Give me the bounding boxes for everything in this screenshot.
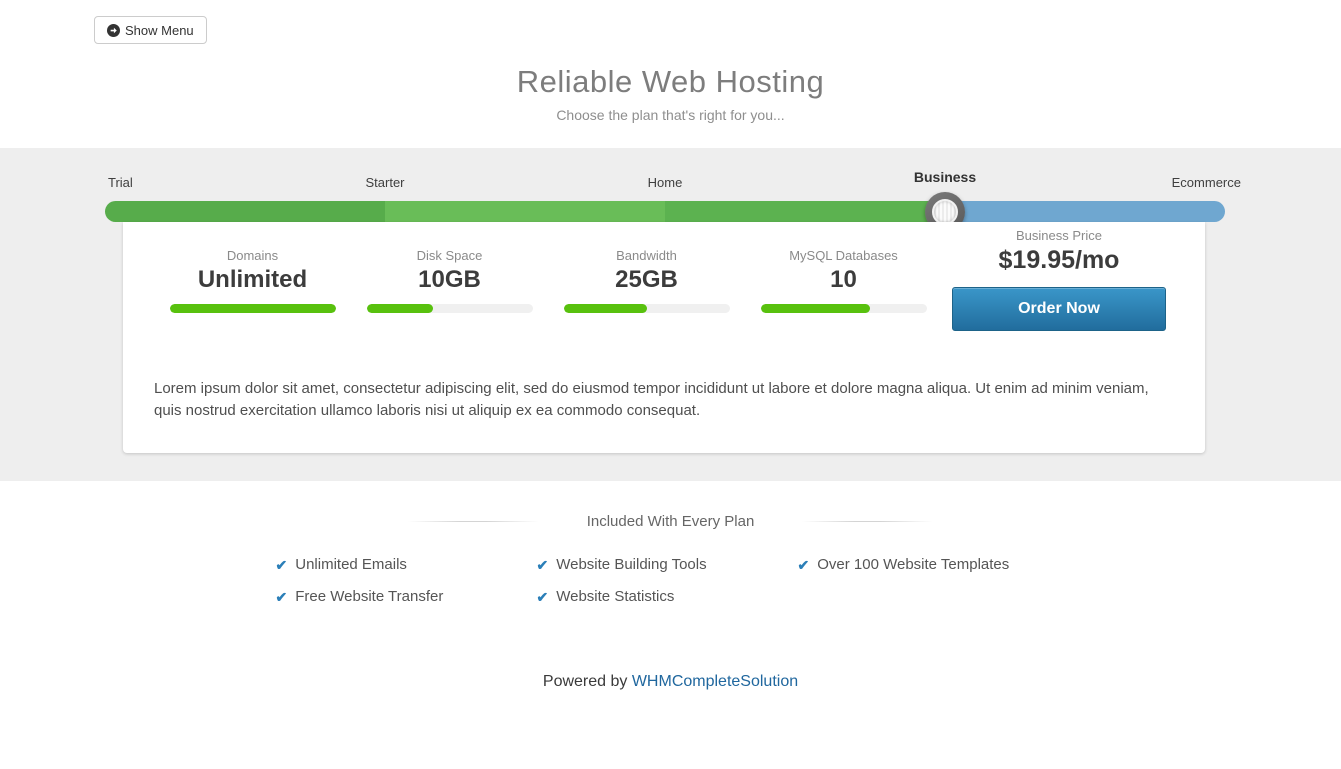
page-header: Reliable Web Hosting Choose the plan tha… xyxy=(0,0,1341,148)
powered-by-text: Powered by xyxy=(543,673,632,690)
check-icon: ✔ xyxy=(276,556,288,575)
slider-segment-starter[interactable] xyxy=(385,201,665,222)
included-item-label: Unlimited Emails xyxy=(295,556,407,573)
stat-value: 10 xyxy=(745,266,942,294)
list-item: ✔ Free Website Transfer xyxy=(276,588,537,607)
slider-segment-trial[interactable] xyxy=(105,201,385,222)
price-value: $19.95/mo xyxy=(952,246,1166,275)
included-heading: Included With Every Plan xyxy=(587,513,755,530)
stat-disk-space: Disk Space 10GB xyxy=(351,248,548,351)
check-icon: ✔ xyxy=(537,588,549,607)
check-icon: ✔ xyxy=(276,588,288,607)
slider-segment-home[interactable] xyxy=(665,201,945,222)
plan-label-trial[interactable]: Trial xyxy=(108,175,133,190)
included-item-label: Website Building Tools xyxy=(556,556,706,573)
stat-progress-track xyxy=(367,304,533,313)
check-icon: ✔ xyxy=(798,556,810,575)
included-item-label: Website Statistics xyxy=(556,588,674,605)
check-icon: ✔ xyxy=(537,556,549,575)
stat-progress-fill xyxy=(170,304,336,313)
stat-progress-track xyxy=(170,304,336,313)
stat-value: Unlimited xyxy=(154,266,351,294)
list-item: ✔ Website Statistics xyxy=(537,588,798,607)
plan-slider-track[interactable] xyxy=(105,201,1225,222)
stat-domains: Domains Unlimited xyxy=(154,248,351,351)
stat-value: 10GB xyxy=(351,266,548,294)
price-column: Business Price $19.95/mo Order Now xyxy=(952,228,1166,331)
order-now-button[interactable]: Order Now xyxy=(952,287,1166,331)
stat-progress-fill xyxy=(564,304,647,313)
stat-progress-fill xyxy=(761,304,871,313)
pricing-page: Show Menu Reliable Web Hosting Choose th… xyxy=(0,0,1341,769)
plan-labels: Trial Starter Home Business Ecommerce xyxy=(105,175,1225,193)
stat-bandwidth: Bandwidth 25GB xyxy=(548,248,745,351)
included-grid: ✔ Unlimited Emails ✔ Free Website Transf… xyxy=(276,556,1066,620)
included-section: Included With Every Plan ✔ Unlimited Ema… xyxy=(0,481,1341,620)
plan-detail-card: Domains Unlimited Disk Space 10GB Bandwi… xyxy=(123,222,1205,453)
included-column-1: ✔ Unlimited Emails ✔ Free Website Transf… xyxy=(276,556,537,620)
plan-description: Lorem ipsum dolor sit amet, consectetur … xyxy=(154,378,1176,422)
page-title: Reliable Web Hosting xyxy=(0,64,1341,100)
plan-label-ecommerce[interactable]: Ecommerce xyxy=(1172,175,1241,190)
slider-segment-business[interactable] xyxy=(945,201,1225,222)
stat-progress-fill xyxy=(367,304,433,313)
stat-value: 25GB xyxy=(548,266,745,294)
list-item: ✔ Website Building Tools xyxy=(537,556,798,575)
included-column-3: ✔ Over 100 Website Templates xyxy=(798,556,1059,620)
included-item-label: Free Website Transfer xyxy=(295,588,443,605)
included-heading-row: Included With Every Plan xyxy=(0,513,1341,530)
plan-selector-band: Trial Starter Home Business Ecommerce Do… xyxy=(0,148,1341,481)
price-label: Business Price xyxy=(952,228,1166,243)
plan-label-starter[interactable]: Starter xyxy=(365,175,404,190)
stat-label: MySQL Databases xyxy=(745,248,942,263)
footer: Powered by WHMCompleteSolution xyxy=(0,673,1341,691)
list-item: ✔ Over 100 Website Templates xyxy=(798,556,1059,575)
stat-progress-track xyxy=(761,304,927,313)
stat-label: Bandwidth xyxy=(548,248,745,263)
page-subtitle: Choose the plan that's right for you... xyxy=(0,107,1341,123)
whmcs-brand-link[interactable]: WHMCompleteSolution xyxy=(632,673,798,690)
list-item: ✔ Unlimited Emails xyxy=(276,556,537,575)
stat-progress-track xyxy=(564,304,730,313)
plan-stats-row: Domains Unlimited Disk Space 10GB Bandwi… xyxy=(123,222,1205,351)
stat-mysql-databases: MySQL Databases 10 xyxy=(745,248,942,351)
divider-right xyxy=(802,521,933,522)
plan-label-home[interactable]: Home xyxy=(648,175,683,190)
plan-label-business[interactable]: Business xyxy=(914,169,976,185)
included-column-2: ✔ Website Building Tools ✔ Website Stati… xyxy=(537,556,798,620)
divider-left xyxy=(408,521,539,522)
stat-label: Disk Space xyxy=(351,248,548,263)
included-item-label: Over 100 Website Templates xyxy=(817,556,1009,573)
stat-label: Domains xyxy=(154,248,351,263)
